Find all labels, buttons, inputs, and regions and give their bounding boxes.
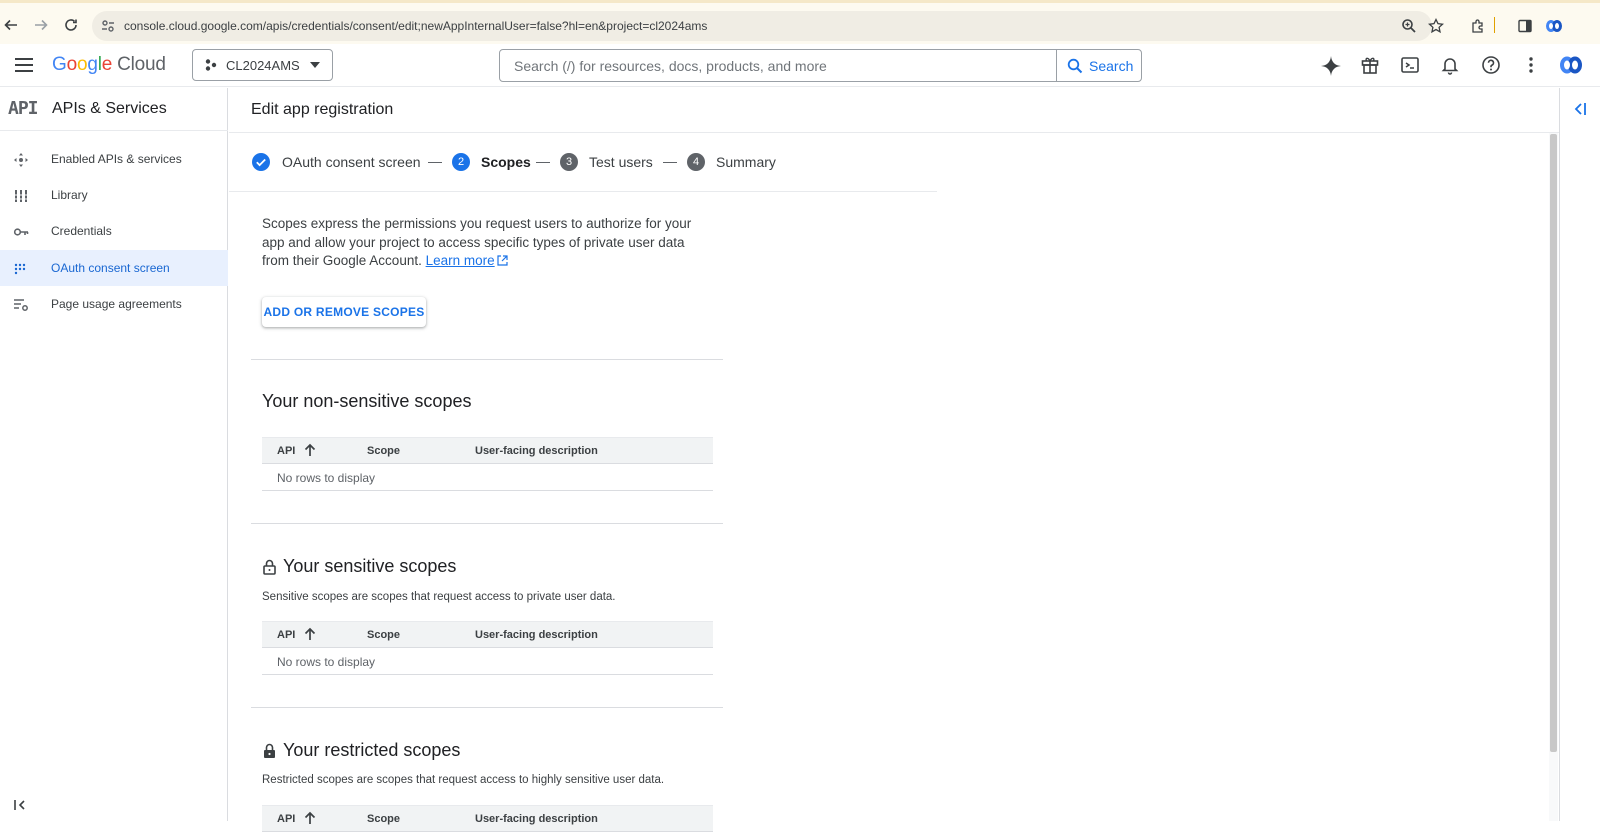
search-input[interactable]	[500, 50, 1056, 81]
account-avatar-icon[interactable]	[1558, 55, 1584, 75]
column-header-description[interactable]: User-facing description	[475, 813, 598, 825]
add-remove-scopes-button[interactable]: ADD OR REMOVE SCOPES	[262, 297, 426, 327]
table-empty-row: No rows to display	[262, 648, 713, 675]
browser-toolbar: console.cloud.google.com/apis/credential…	[0, 0, 1600, 44]
settings-list-icon	[13, 297, 29, 313]
profile-avatar-icon[interactable]	[1545, 18, 1563, 34]
back-icon[interactable]	[0, 14, 22, 36]
console-header: Google Cloud CL2024AMS Search	[0, 44, 1600, 87]
column-header-description[interactable]: User-facing description	[475, 445, 598, 457]
table-header: API Scope User-facing description	[262, 621, 713, 648]
enabled-apis-icon	[13, 152, 29, 168]
stepper: OAuth consent screen 2 Scopes 3 Test use…	[251, 150, 941, 174]
step-oauth-consent[interactable]: OAuth consent screen	[251, 150, 421, 174]
chevron-down-icon	[310, 62, 320, 68]
more-vert-icon[interactable]	[1521, 55, 1541, 75]
expand-right-panel-icon[interactable]	[1573, 102, 1587, 116]
restricted-scopes-title: Your restricted scopes	[262, 740, 460, 761]
step-test-users[interactable]: 3 Test users	[560, 150, 653, 174]
sensitive-scopes-table: API Scope User-facing description No row…	[262, 621, 713, 675]
sidebar-item-credentials[interactable]: Credentials	[0, 213, 228, 249]
forward-icon[interactable]	[30, 14, 52, 36]
step-separator	[428, 162, 442, 163]
sensitive-scopes-title: Your sensitive scopes	[262, 556, 456, 577]
key-icon	[13, 224, 29, 240]
sidebar-item-page-usage[interactable]: Page usage agreements	[0, 286, 228, 322]
column-header-api[interactable]: API	[277, 813, 295, 825]
search-button[interactable]: Search	[1056, 50, 1141, 81]
arrow-up-icon[interactable]	[303, 443, 317, 457]
right-panel-border	[1559, 88, 1560, 821]
table-header: API Scope User-facing description	[262, 805, 713, 832]
url-text: console.cloud.google.com/apis/credential…	[124, 19, 708, 33]
column-header-api[interactable]: API	[277, 629, 295, 641]
cloud-shell-icon[interactable]	[1400, 55, 1420, 75]
lock-open-icon	[262, 559, 277, 575]
reload-icon[interactable]	[60, 14, 82, 36]
extensions-icon[interactable]	[1470, 18, 1486, 34]
column-header-scope[interactable]: Scope	[367, 629, 400, 641]
arrow-up-icon[interactable]	[303, 627, 317, 641]
step-summary[interactable]: 4 Summary	[687, 150, 776, 174]
learn-more-link[interactable]: Learn more	[426, 253, 495, 268]
page-title: Edit app registration	[251, 101, 394, 118]
step-scopes[interactable]: 2 Scopes	[452, 150, 531, 174]
search-icon	[1067, 58, 1083, 74]
restricted-scopes-subtitle: Restricted scopes are scopes that reques…	[262, 774, 665, 786]
zoom-icon[interactable]	[1401, 18, 1417, 34]
arrow-up-icon[interactable]	[303, 811, 317, 825]
step-number: 3	[560, 153, 578, 171]
section-divider	[251, 707, 723, 708]
column-header-scope[interactable]: Scope	[367, 813, 400, 825]
bookmark-star-icon[interactable]	[1428, 18, 1444, 34]
open-in-new-icon	[497, 255, 508, 266]
notifications-bell-icon[interactable]	[1440, 55, 1460, 75]
sidebar-item-oauth-consent[interactable]: OAuth consent screen	[0, 250, 228, 286]
column-header-scope[interactable]: Scope	[367, 445, 400, 457]
project-icon	[204, 58, 218, 72]
section-divider	[251, 359, 723, 360]
stepper-divider	[229, 191, 937, 192]
column-header-api[interactable]: API	[277, 445, 295, 457]
help-icon[interactable]	[1481, 55, 1501, 75]
project-picker[interactable]: CL2024AMS	[192, 49, 333, 81]
address-bar[interactable]: console.cloud.google.com/apis/credential…	[92, 11, 1432, 41]
api-icon: API	[8, 98, 38, 119]
step-number: 2	[452, 153, 470, 171]
title-divider	[229, 132, 1560, 133]
oauth-dots-icon	[13, 261, 29, 277]
check-circle-icon	[251, 152, 271, 172]
search-button-label: Search	[1089, 57, 1134, 74]
step-separator	[536, 162, 550, 163]
toolbar-divider	[1494, 17, 1495, 33]
non-sensitive-scopes-table: API Scope User-facing description No row…	[262, 437, 713, 491]
restricted-scopes-table: API Scope User-facing description	[262, 805, 713, 832]
table-empty-row: No rows to display	[262, 464, 713, 491]
sidebar-item-library[interactable]: Library	[0, 177, 228, 213]
table-header: API Scope User-facing description	[262, 437, 713, 464]
gemini-spark-icon[interactable]	[1320, 55, 1342, 77]
non-sensitive-scopes-title: Your non-sensitive scopes	[262, 391, 472, 411]
project-name: CL2024AMS	[226, 57, 300, 73]
sensitive-scopes-subtitle: Sensitive scopes are scopes that request…	[262, 591, 616, 603]
scrollbar-thumb[interactable]	[1550, 134, 1557, 752]
sidebar-title: APIs & Services	[52, 100, 167, 117]
step-separator	[663, 162, 677, 163]
left-sidebar: API APIs & Services Enabled APIs & servi…	[0, 88, 228, 821]
gift-icon[interactable]	[1360, 55, 1380, 75]
menu-icon[interactable]	[13, 55, 35, 75]
lock-icon	[262, 743, 277, 759]
sidebar-item-enabled-apis[interactable]: Enabled APIs & services	[0, 141, 228, 177]
site-info-icon[interactable]	[100, 18, 116, 34]
side-panel-icon[interactable]	[1517, 18, 1533, 34]
step-number: 4	[687, 153, 705, 171]
search-bar: Search	[499, 49, 1142, 82]
google-cloud-logo[interactable]: Google Cloud	[52, 54, 166, 76]
column-header-description[interactable]: User-facing description	[475, 629, 598, 641]
collapse-sidebar-icon[interactable]	[14, 799, 28, 811]
section-divider	[251, 523, 723, 524]
scopes-description: Scopes express the permissions you reque…	[262, 216, 692, 268]
library-icon	[13, 188, 29, 204]
sidebar-header: API APIs & Services	[0, 88, 228, 131]
